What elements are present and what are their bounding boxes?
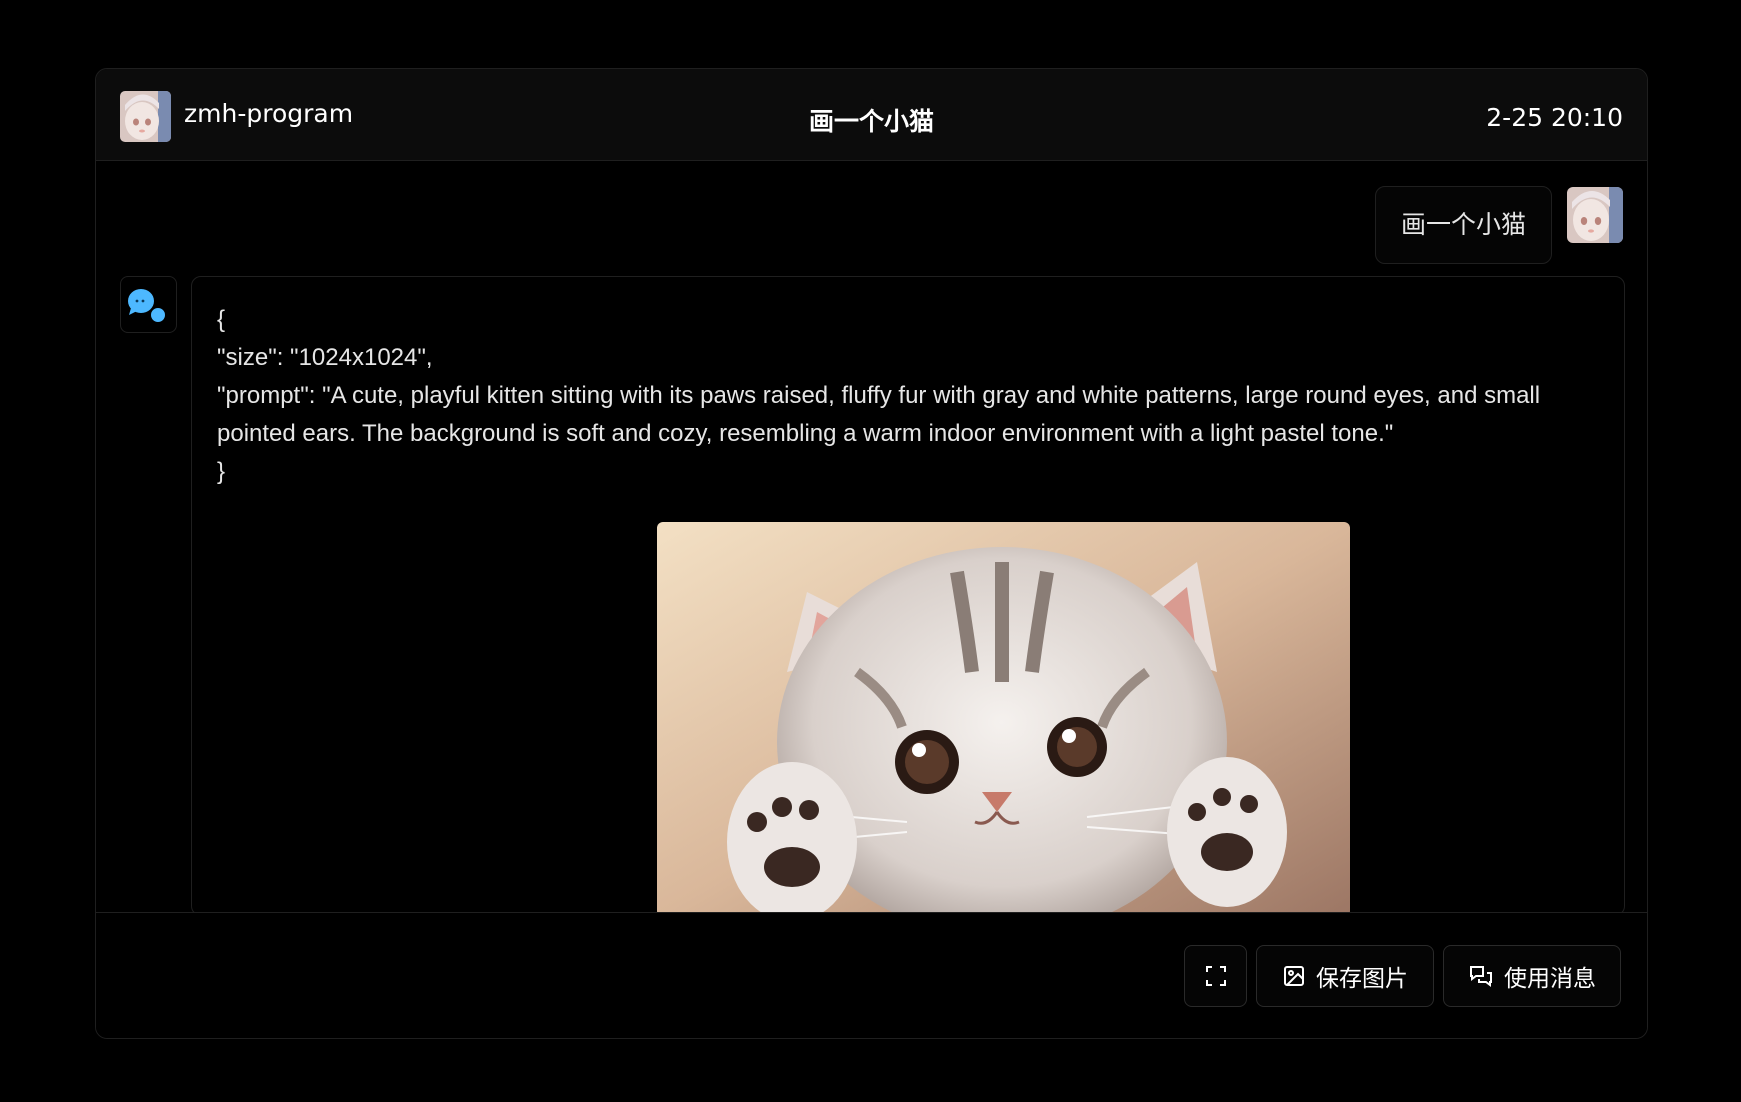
- fullscreen-icon: [1205, 966, 1226, 986]
- save-image-button[interactable]: 保存图片: [1256, 945, 1434, 1007]
- image-icon: [1284, 966, 1304, 986]
- code-line: {: [217, 306, 226, 333]
- fullscreen-button[interactable]: [1184, 945, 1247, 1007]
- use-message-button[interactable]: 使用消息: [1443, 945, 1621, 1007]
- code-line: "size": "1024x1024",: [217, 344, 433, 371]
- use-message-label: 使用消息: [1504, 966, 1596, 992]
- chat-bubble-icon: [128, 289, 167, 324]
- save-image-label: 保存图片: [1316, 966, 1408, 992]
- bot-avatar: [120, 276, 177, 333]
- code-line: }: [217, 458, 226, 485]
- share-card: zmh-program 画一个小猫 2-25 20:10 画一个小猫 { "si…: [95, 68, 1648, 1039]
- code-line: "prompt": "A cute, playful kitten sittin…: [217, 382, 1541, 447]
- message-icon: [1470, 966, 1492, 987]
- timestamp: 2-25 20:10: [1486, 103, 1623, 132]
- footer-toolbar: 保存图片 使用消息: [96, 912, 1647, 1038]
- header: zmh-program 画一个小猫 2-25 20:10: [96, 69, 1647, 161]
- chat-title: 画一个小猫: [808, 107, 934, 136]
- generated-kitten-image[interactable]: [657, 522, 1350, 917]
- bot-message: { "size": "1024x1024", "prompt": "A cute…: [191, 276, 1625, 917]
- user-message: 画一个小猫: [1375, 186, 1552, 264]
- bot-message-text: { "size": "1024x1024", "prompt": "A cute…: [217, 301, 1597, 491]
- user-message-avatar: [1567, 187, 1623, 243]
